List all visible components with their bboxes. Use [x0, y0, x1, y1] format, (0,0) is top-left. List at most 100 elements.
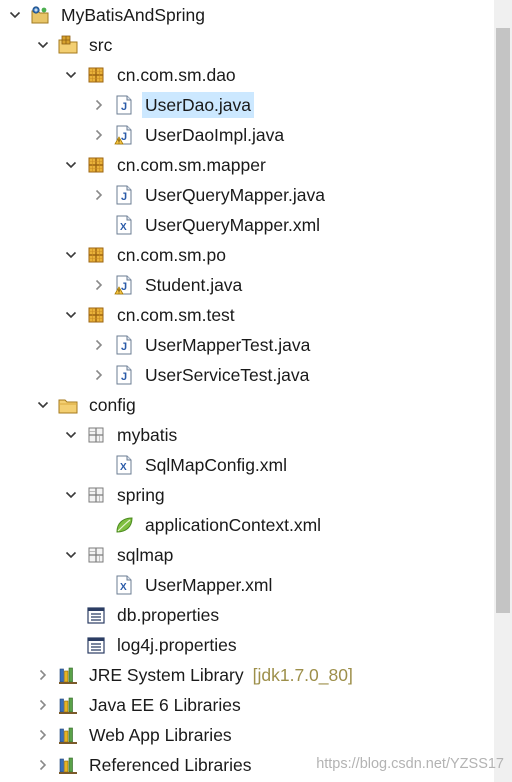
tree-item-usermapper-xml[interactable]: X UserMapper.xml [0, 570, 496, 600]
properties-file-icon [86, 635, 106, 655]
tree-item-label: UserMapperTest.java [145, 335, 311, 355]
tree-item-sqlmap[interactable]: sqlmap [0, 540, 496, 570]
java-file-icon: J [114, 335, 134, 355]
expand-chevron-icon[interactable] [64, 548, 78, 562]
tree-item-label: MyBatisAndSpring [61, 5, 205, 25]
collapse-chevron-icon[interactable] [92, 188, 106, 202]
tree-item-label: Referenced Libraries [89, 755, 252, 775]
tree-item-cn-com-sm-dao[interactable]: cn.com.sm.dao [0, 60, 496, 90]
empty-package-icon [86, 425, 106, 445]
svg-text:J: J [121, 341, 127, 353]
tree-item-cn-com-sm-mapper[interactable]: cn.com.sm.mapper [0, 150, 496, 180]
svg-text:J: J [121, 191, 127, 203]
tree-item-userdao-java[interactable]: J UserDao.java [0, 90, 496, 120]
tree-item-mybatis[interactable]: mybatis [0, 420, 496, 450]
tree-item-label: sqlmap [117, 545, 174, 565]
svg-text:J: J [121, 281, 127, 293]
tree-item-web-app-libraries[interactable]: Web App Libraries [0, 720, 496, 750]
properties-file-icon [86, 605, 106, 625]
tree-item-label: UserQueryMapper.xml [145, 215, 321, 235]
tree-item-cn-com-sm-po[interactable]: cn.com.sm.po [0, 240, 496, 270]
tree-item-label: cn.com.sm.po [117, 245, 226, 265]
tree-item-db-properties[interactable]: db.properties [0, 600, 496, 630]
tree-item-student-java[interactable]: J Student.java [0, 270, 496, 300]
collapse-chevron-icon[interactable] [92, 98, 106, 112]
library-version-decoration: [jdk1.7.0_80] [252, 664, 353, 685]
java-file-warning-icon: J [114, 125, 134, 145]
scrollbar-thumb[interactable] [496, 28, 510, 613]
library-icon [58, 695, 78, 715]
collapse-chevron-icon[interactable] [92, 128, 106, 142]
tree-item-userdaoimpl-java[interactable]: J UserDaoImpl.java [0, 120, 496, 150]
expand-chevron-icon[interactable] [64, 248, 78, 262]
library-icon [58, 725, 78, 745]
collapse-chevron-icon[interactable] [36, 758, 50, 772]
tree-item-sqlmapconfig-xml[interactable]: X SqlMapConfig.xml [0, 450, 496, 480]
expand-chevron-icon[interactable] [64, 68, 78, 82]
package-icon [86, 305, 106, 325]
expand-chevron-icon[interactable] [64, 158, 78, 172]
collapse-chevron-icon[interactable] [92, 368, 106, 382]
svg-text:J: J [121, 131, 127, 143]
tree-item-label: src [89, 35, 113, 55]
tree-item-label: applicationContext.xml [145, 515, 322, 535]
tree-item-java-ee-6-libraries[interactable]: Java EE 6 Libraries [0, 690, 496, 720]
tree-item-usermappertest-java[interactable]: J UserMapperTest.java [0, 330, 496, 360]
tree-item-label: UserServiceTest.java [145, 365, 310, 385]
expand-chevron-icon[interactable] [64, 428, 78, 442]
svg-text:J: J [121, 371, 127, 383]
tree-item-config[interactable]: config [0, 390, 496, 420]
tree-item-log4j-properties[interactable]: log4j.properties [0, 630, 496, 660]
empty-package-icon [86, 545, 106, 565]
tree-item-label: db.properties [117, 605, 220, 625]
collapse-chevron-icon[interactable] [36, 728, 50, 742]
tree-item-label: mybatis [117, 425, 178, 445]
tree-item-src[interactable]: src [0, 30, 496, 60]
svg-text:X: X [120, 222, 127, 233]
tree-item-label: Student.java [145, 275, 243, 295]
tree-item-jre-system-library[interactable]: JRE System Library [jdk1.7.0_80] [0, 660, 496, 690]
package-icon [86, 155, 106, 175]
project-explorer-tree: MyBatisAndSpring src cn.com.sm.dao J UserDao… [0, 0, 496, 782]
tree-item-userquerymapper-xml[interactable]: X UserQueryMapper.xml [0, 210, 496, 240]
tree-item-userservicetest-java[interactable]: J UserServiceTest.java [0, 360, 496, 390]
library-icon [58, 665, 78, 685]
collapse-chevron-icon[interactable] [92, 338, 106, 352]
xml-file-icon: X [114, 575, 134, 595]
tree-item-cn-com-sm-test[interactable]: cn.com.sm.test [0, 300, 496, 330]
vertical-scrollbar[interactable] [494, 0, 512, 782]
tree-item-userquerymapper-java[interactable]: J UserQueryMapper.java [0, 180, 496, 210]
tree-item-label: config [89, 395, 136, 415]
tree-item-label: log4j.properties [117, 635, 237, 655]
watermark-text: https://blog.csdn.net/YZSS17 [316, 756, 504, 772]
source-folder-icon [58, 35, 78, 55]
collapse-chevron-icon[interactable] [36, 668, 50, 682]
tree-item-label: JRE System Library [89, 665, 244, 685]
java-file-icon: J [114, 185, 134, 205]
collapse-chevron-icon[interactable] [36, 698, 50, 712]
tree-item-label: cn.com.sm.mapper [117, 155, 266, 175]
expand-chevron-icon[interactable] [36, 38, 50, 52]
tree-item-mybatisandspring[interactable]: MyBatisAndSpring [0, 0, 496, 30]
folder-icon [58, 395, 78, 415]
tree-item-label: UserDaoImpl.java [145, 125, 285, 145]
svg-text:J: J [121, 101, 127, 113]
expand-chevron-icon[interactable] [64, 308, 78, 322]
tree-item-label: UserDao.java [142, 92, 255, 118]
collapse-chevron-icon[interactable] [92, 278, 106, 292]
tree-item-label: Web App Libraries [89, 725, 232, 745]
tree-item-spring[interactable]: spring [0, 480, 496, 510]
expand-chevron-icon[interactable] [64, 488, 78, 502]
package-icon [86, 65, 106, 85]
expand-chevron-icon[interactable] [36, 398, 50, 412]
expand-chevron-icon[interactable] [8, 8, 22, 22]
tree-item-applicationcontext-xml[interactable]: applicationContext.xml [0, 510, 496, 540]
library-icon [58, 755, 78, 775]
tree-item-label: UserQueryMapper.java [145, 185, 325, 205]
